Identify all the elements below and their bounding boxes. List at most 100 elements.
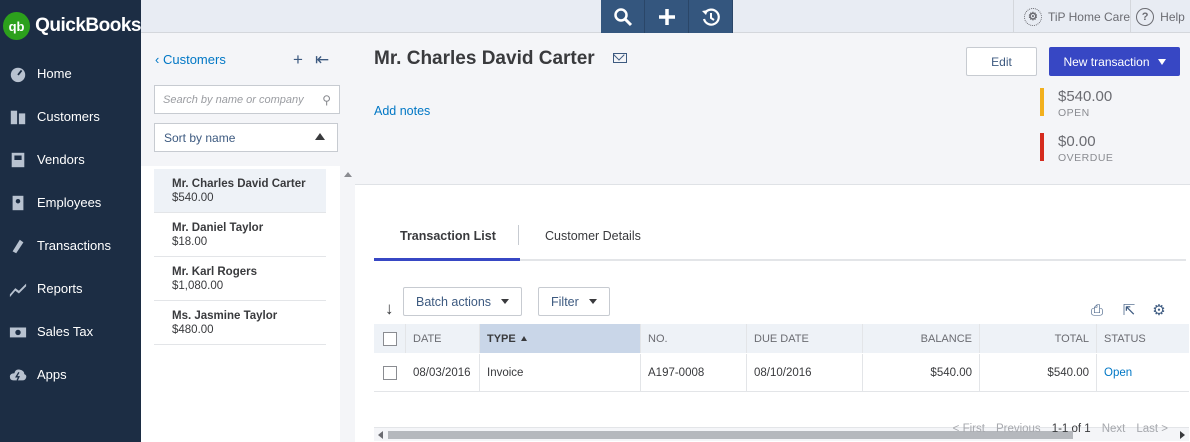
nav-item-reports[interactable]: Reports: [0, 267, 141, 310]
select-all-checkbox[interactable]: [382, 331, 397, 346]
nav-item-label: Apps: [37, 367, 67, 382]
customer-name: Mr. Charles David Carter: [172, 178, 306, 190]
pager-last[interactable]: Last >: [1136, 423, 1168, 435]
nav-item-employees[interactable]: Employees: [0, 181, 141, 224]
customer-balance: $18.00: [172, 236, 208, 248]
column-header-no[interactable]: NO.: [641, 324, 747, 353]
table-header-row: DATE TYPE NO. DUE DATE BALANCE TOTAL STA…: [374, 324, 1189, 353]
add-customer-button[interactable]: +: [293, 50, 303, 70]
column-header-total[interactable]: TOTAL: [980, 324, 1097, 353]
customer-balance: $480.00: [172, 324, 214, 336]
table-row[interactable]: 08/03/2016 Invoice A197-0008 08/10/2016 …: [374, 354, 1189, 392]
history-icon: [701, 8, 720, 26]
nav-item-transactions[interactable]: Transactions: [0, 224, 141, 267]
search-button[interactable]: [601, 0, 645, 33]
select-all-checkbox-cell: [374, 324, 406, 353]
batch-actions-dropdown[interactable]: Batch actions: [403, 287, 523, 316]
customer-title: Mr. Charles David Carter: [374, 48, 595, 69]
export-icon[interactable]: ⇱: [1120, 301, 1138, 319]
nav-item-customers[interactable]: Customers: [0, 95, 141, 138]
cell-type: Invoice: [480, 354, 641, 391]
back-to-customers-link[interactable]: ‹ Customers: [155, 52, 226, 67]
left-nav: qb QuickBooks Home Customers Vendors Emp…: [0, 0, 141, 442]
email-icon[interactable]: [613, 53, 627, 63]
scroll-up-icon[interactable]: [344, 172, 352, 177]
customer-search-input[interactable]: Search by name or company ⚲: [154, 85, 340, 114]
apps-icon: [7, 365, 29, 385]
open-label: OPEN: [1058, 107, 1090, 119]
customer-list-item[interactable]: Mr. Karl Rogers $1,080.00: [154, 257, 326, 301]
edit-button[interactable]: Edit: [966, 47, 1037, 76]
search-icon: ⚲: [322, 93, 331, 107]
cell-status: Open: [1097, 354, 1189, 391]
help-icon: ?: [1136, 7, 1155, 26]
customer-list-scrollbar[interactable]: [340, 166, 355, 442]
nav-item-home[interactable]: Home: [0, 52, 141, 95]
detail-tabs: Transaction List Customer Details: [374, 225, 1186, 261]
caret-up-icon: [315, 133, 325, 140]
print-icon[interactable]: ⎙: [1088, 301, 1106, 319]
reports-icon: [7, 279, 29, 299]
customer-list-item[interactable]: Ms. Jasmine Taylor $480.00: [154, 301, 326, 345]
recent-transactions-button[interactable]: [689, 0, 733, 33]
row-checkbox[interactable]: [383, 365, 397, 380]
sort-dropdown[interactable]: Sort by name: [154, 123, 338, 152]
customer-list-item[interactable]: Mr. Daniel Taylor $18.00: [154, 213, 326, 257]
nav-item-label: Customers: [37, 109, 100, 124]
customer-balance: $1,080.00: [172, 280, 224, 292]
caret-down-icon: [1157, 58, 1166, 65]
cell-total: $540.00: [980, 354, 1097, 391]
pager-previous[interactable]: Previous: [996, 423, 1041, 435]
back-to-customers-label: Customers: [162, 52, 226, 67]
open-balance: $540.00 OPEN: [1040, 88, 1112, 122]
employees-icon: [7, 193, 29, 213]
tab-transaction-list[interactable]: Transaction List: [374, 225, 520, 261]
customer-name: Ms. Jasmine Taylor: [172, 310, 278, 322]
sort-toggle-icon[interactable]: ↓: [385, 299, 394, 319]
tab-customer-details[interactable]: Customer Details: [545, 225, 641, 261]
pager-next[interactable]: Next: [1102, 423, 1126, 435]
overdue-label: OVERDUE: [1058, 152, 1114, 164]
customer-list-actions: + ⇤: [293, 50, 329, 70]
new-transaction-label: New transaction: [1063, 54, 1150, 69]
column-header-status[interactable]: STATUS: [1097, 324, 1189, 353]
filter-dropdown[interactable]: Filter: [538, 287, 610, 316]
nav-item-apps[interactable]: Apps: [0, 353, 141, 396]
customers-icon: [7, 107, 29, 127]
overdue-amount: $0.00: [1058, 133, 1096, 150]
quickbooks-logo-text: QuickBooks: [35, 15, 141, 36]
pager-controls: < First Previous 1-1 of 1 Next Last >: [953, 423, 1168, 435]
add-notes-link[interactable]: Add notes: [374, 104, 430, 118]
nav-item-label: Transactions: [37, 238, 111, 253]
filter-label: Filter: [551, 294, 579, 309]
customer-list-item[interactable]: Mr. Charles David Carter $540.00: [154, 169, 326, 213]
settings-gear-icon[interactable]: ⚙: [1150, 301, 1168, 319]
nav-item-sales-tax[interactable]: Sales Tax: [0, 310, 141, 353]
quickbooks-logo[interactable]: qb QuickBooks: [0, 0, 141, 52]
vendors-icon: [7, 150, 29, 170]
column-header-type[interactable]: TYPE: [480, 324, 641, 353]
customer-detail-pane: Mr. Charles David Carter Add notes Edit …: [355, 33, 1190, 442]
company-settings[interactable]: ⚙ TiP Home Care: [1012, 0, 1130, 33]
dashboard-icon: [7, 64, 29, 84]
status-link[interactable]: Open: [1104, 367, 1132, 379]
column-header-due-date[interactable]: DUE DATE: [747, 324, 863, 353]
top-bar: ⚙ TiP Home Care ? Help: [141, 0, 1190, 33]
chevron-left-icon: ‹: [155, 52, 160, 67]
nav-item-label: Vendors: [37, 152, 85, 167]
column-header-date[interactable]: DATE: [406, 324, 480, 353]
nav-item-vendors[interactable]: Vendors: [0, 138, 141, 181]
sort-ascending-icon: [520, 336, 527, 341]
create-button[interactable]: [645, 0, 689, 33]
plus-icon: [658, 8, 675, 25]
tab-separator: [518, 225, 519, 245]
search-icon: [613, 7, 632, 26]
collapse-list-button[interactable]: ⇤: [315, 50, 329, 70]
column-header-balance[interactable]: BALANCE: [863, 324, 980, 353]
nav-item-label: Employees: [37, 195, 102, 210]
help-button[interactable]: ? Help: [1130, 0, 1190, 33]
collapse-list-icon: ⇤: [314, 50, 330, 69]
new-transaction-button[interactable]: New transaction: [1049, 47, 1180, 76]
pager-first[interactable]: < First: [953, 423, 985, 435]
customer-header: Mr. Charles David Carter Add notes Edit …: [355, 33, 1190, 185]
